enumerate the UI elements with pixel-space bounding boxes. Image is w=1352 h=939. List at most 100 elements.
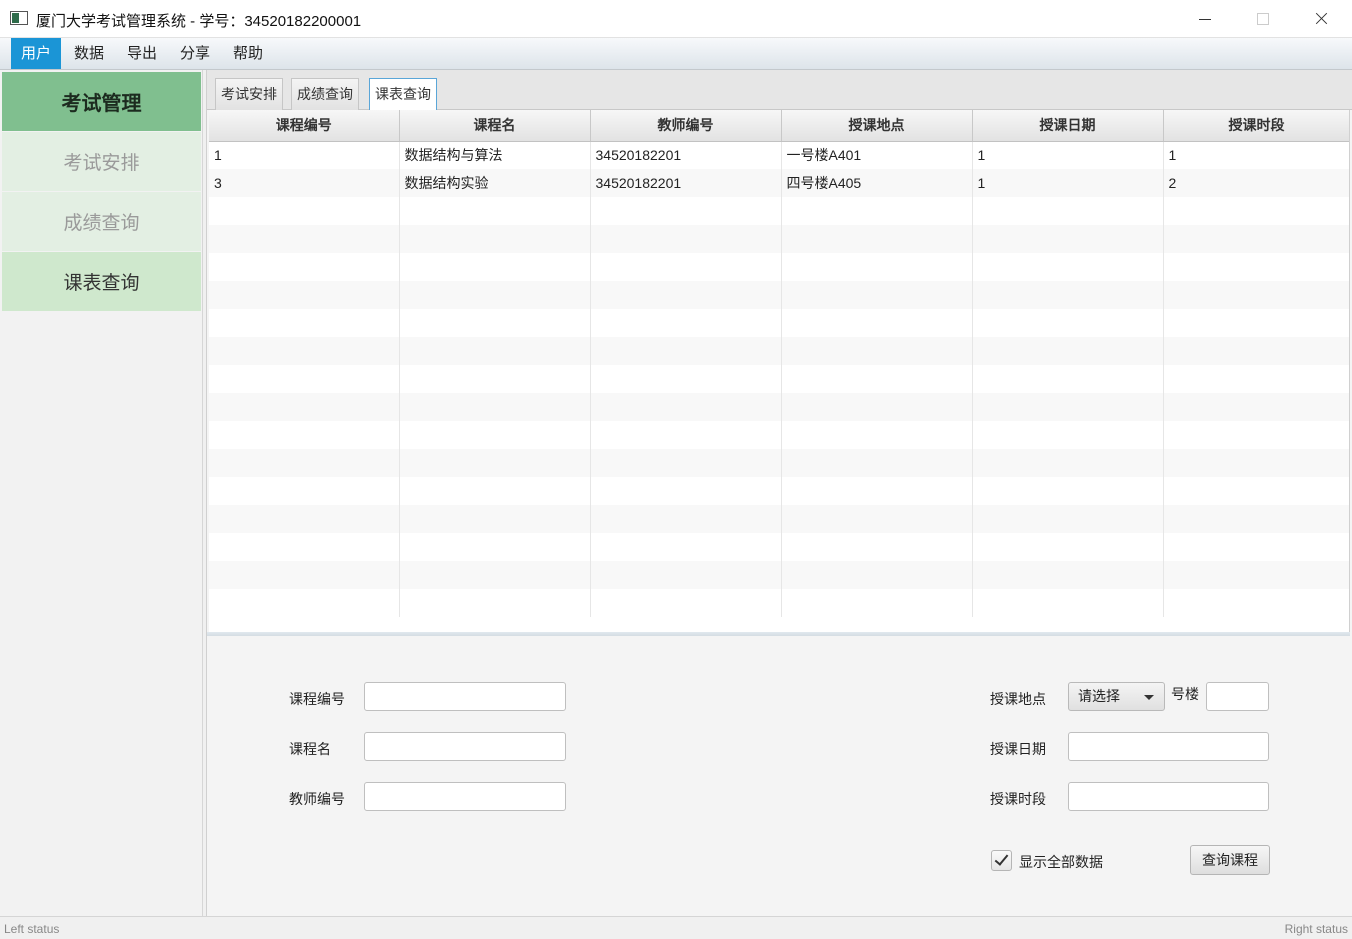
empty-table-cell	[972, 253, 1164, 281]
empty-table-cell	[781, 533, 973, 561]
empty-table-cell	[399, 309, 591, 337]
empty-table-cell	[1163, 197, 1349, 225]
maximize-button[interactable]	[1233, 0, 1291, 38]
empty-table-row	[209, 449, 1349, 477]
app-icon	[10, 11, 28, 25]
empty-table-cell	[209, 281, 400, 309]
empty-table-cell	[781, 449, 973, 477]
empty-table-cell	[781, 505, 973, 533]
column-header-date[interactable]: 授课日期	[972, 110, 1164, 142]
empty-table-row	[209, 309, 1349, 337]
window-title: 厦门大学考试管理系统 - 学号：34520182200001	[36, 13, 362, 30]
column-header-course-id[interactable]: 课程编号	[209, 110, 400, 142]
empty-table-cell	[590, 253, 782, 281]
empty-table-cell	[209, 365, 400, 393]
empty-table-cell	[590, 505, 782, 533]
empty-table-cell	[1163, 449, 1349, 477]
empty-table-cell	[1163, 421, 1349, 449]
table-cell: 一号楼A401	[781, 141, 973, 169]
query-course-button[interactable]: 查询课程	[1190, 845, 1270, 875]
table-cell: 四号楼A405	[781, 169, 973, 197]
empty-table-row	[209, 197, 1349, 225]
menu-user[interactable]: 用户	[11, 38, 62, 69]
empty-table-cell	[209, 197, 400, 225]
empty-table-row	[209, 253, 1349, 281]
menu-share[interactable]: 分享	[170, 38, 220, 69]
empty-table-cell	[209, 393, 400, 421]
sidebar-item-grade-query[interactable]: 成绩查询	[2, 192, 201, 251]
empty-table-cell	[1163, 281, 1349, 309]
date-input[interactable]	[1068, 732, 1269, 761]
empty-table-row	[209, 589, 1349, 617]
empty-table-cell	[399, 477, 591, 505]
empty-table-cell	[209, 253, 400, 281]
timetable-table[interactable]: 课程编号 课程名 教师编号 授课地点 授课日期 授课时段 1 数据结构与算法 3…	[209, 110, 1350, 632]
empty-table-cell	[781, 309, 973, 337]
column-header-period[interactable]: 授课时段	[1163, 110, 1349, 142]
location-label: 授课地点	[990, 691, 1046, 707]
empty-table-cell	[972, 197, 1164, 225]
menu-data[interactable]: 数据	[64, 38, 114, 69]
teacher-id-label: 教师编号	[289, 791, 345, 807]
empty-table-cell	[590, 309, 782, 337]
teacher-id-input[interactable]	[364, 782, 566, 811]
pane-divider[interactable]	[207, 632, 1350, 636]
empty-table-cell	[209, 477, 400, 505]
close-button[interactable]	[1292, 0, 1350, 38]
main-content: 考试安排 成绩查询 课表查询 课程编号 课程名 教师编号 授课地点 授课日期 授…	[206, 70, 1352, 916]
empty-table-cell	[209, 337, 400, 365]
title-bar: 厦门大学考试管理系统 - 学号：34520182200001	[0, 0, 1352, 38]
empty-table-row	[209, 477, 1349, 505]
show-all-checkbox[interactable]	[991, 850, 1012, 871]
period-input[interactable]	[1068, 782, 1269, 811]
minimize-button[interactable]	[1175, 0, 1233, 38]
tab-grade-query[interactable]: 成绩查询	[291, 78, 359, 110]
column-header-course-name[interactable]: 课程名	[399, 110, 591, 142]
show-all-label[interactable]: 显示全部数据	[1019, 852, 1103, 872]
menu-help[interactable]: 帮助	[223, 38, 273, 69]
column-header-teacher-id[interactable]: 教师编号	[590, 110, 782, 142]
tab-exam-schedule[interactable]: 考试安排	[215, 78, 283, 110]
course-id-input[interactable]	[364, 682, 566, 711]
empty-table-cell	[781, 561, 973, 589]
empty-table-cell	[781, 365, 973, 393]
course-name-input[interactable]	[364, 732, 566, 761]
empty-table-cell	[399, 449, 591, 477]
table-row[interactable]: 1 数据结构与算法 34520182201 一号楼A401 1 1	[209, 141, 1349, 169]
empty-table-cell	[590, 533, 782, 561]
empty-table-row	[209, 421, 1349, 449]
empty-table-row	[209, 337, 1349, 365]
location-select[interactable]: 请选择	[1068, 682, 1165, 711]
room-input[interactable]	[1206, 682, 1269, 711]
empty-table-row	[209, 281, 1349, 309]
empty-table-row	[209, 225, 1349, 253]
tab-timetable-query[interactable]: 课表查询	[369, 78, 437, 111]
empty-table-cell	[209, 533, 400, 561]
empty-table-row	[209, 505, 1349, 533]
empty-table-cell	[781, 197, 973, 225]
status-left: Left status	[4, 922, 60, 936]
table-cell: 1	[972, 169, 1164, 197]
empty-table-cell	[590, 561, 782, 589]
menu-export[interactable]: 导出	[117, 38, 167, 69]
empty-table-cell	[590, 281, 782, 309]
empty-table-cell	[590, 197, 782, 225]
empty-table-cell	[209, 421, 400, 449]
empty-table-cell	[1163, 309, 1349, 337]
empty-table-cell	[590, 225, 782, 253]
table-cell: 34520182201	[590, 169, 782, 197]
sidebar-item-timetable-query[interactable]: 课表查询	[2, 252, 201, 311]
empty-table-cell	[1163, 225, 1349, 253]
empty-table-cell	[1163, 533, 1349, 561]
empty-table-cell	[972, 337, 1164, 365]
empty-table-cell	[209, 589, 400, 617]
empty-table-row	[209, 393, 1349, 421]
empty-table-cell	[209, 225, 400, 253]
empty-table-cell	[209, 309, 400, 337]
table-row[interactable]: 3 数据结构实验 34520182201 四号楼A405 1 2	[209, 169, 1349, 197]
column-header-location[interactable]: 授课地点	[781, 110, 973, 142]
location-select-value: 请选择	[1078, 688, 1120, 704]
empty-table-cell	[209, 561, 400, 589]
empty-table-cell	[1163, 365, 1349, 393]
sidebar-item-exam-schedule[interactable]: 考试安排	[2, 132, 201, 191]
